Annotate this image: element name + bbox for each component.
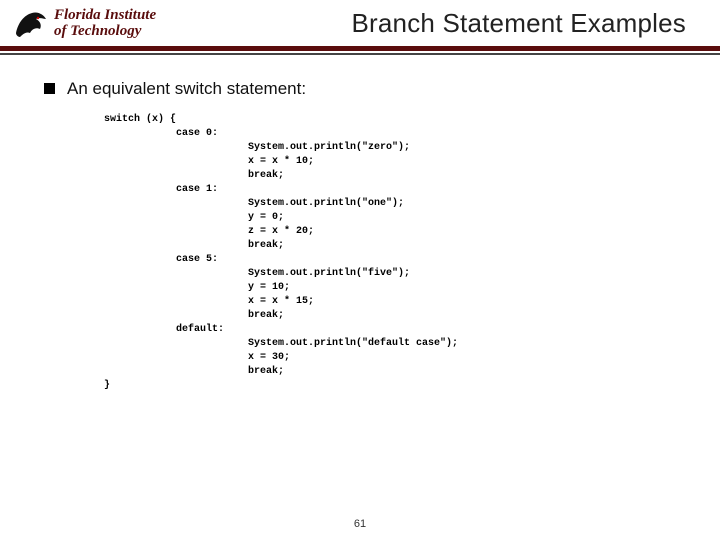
code-line: System.out.println("default case"); (104, 338, 458, 349)
code-line: y = 0; (104, 212, 284, 223)
square-bullet-icon (44, 83, 55, 94)
header-subdivider (0, 53, 720, 55)
code-line: switch (x) { (104, 114, 176, 125)
slide-title: Branch Statement Examples (156, 8, 706, 39)
page-number: 61 (0, 518, 720, 530)
code-line: System.out.println("one"); (104, 198, 404, 209)
bullet-text: An equivalent switch statement: (67, 79, 306, 99)
header-divider (0, 46, 720, 51)
code-line: break; (104, 310, 284, 321)
institution-line1: Florida Institute (54, 8, 156, 24)
institution-logo: Florida Institute of Technology (14, 8, 156, 40)
institution-name: Florida Institute of Technology (54, 8, 156, 40)
institution-line2: of Technology (54, 24, 156, 40)
code-line: case 0: (104, 128, 218, 139)
code-line: break; (104, 366, 284, 377)
slide-content: An equivalent switch statement: switch (… (0, 79, 720, 393)
panther-icon (14, 9, 50, 39)
code-line: x = x * 10; (104, 156, 314, 167)
code-line: default: (104, 324, 224, 335)
bullet-item: An equivalent switch statement: (44, 79, 696, 99)
code-line: x = 30; (104, 352, 290, 363)
code-line: case 1: (104, 184, 218, 195)
code-line: case 5: (104, 254, 218, 265)
code-line: y = 10; (104, 282, 290, 293)
code-line: break; (104, 240, 284, 251)
code-block: switch (x) { case 0: System.out.println(… (104, 113, 696, 393)
code-line: x = x * 15; (104, 296, 314, 307)
slide-header: Florida Institute of Technology Branch S… (0, 0, 720, 46)
code-line: } (104, 380, 110, 391)
code-line: z = x * 20; (104, 226, 314, 237)
code-line: System.out.println("zero"); (104, 142, 410, 153)
code-line: break; (104, 170, 284, 181)
code-line: System.out.println("five"); (104, 268, 410, 279)
